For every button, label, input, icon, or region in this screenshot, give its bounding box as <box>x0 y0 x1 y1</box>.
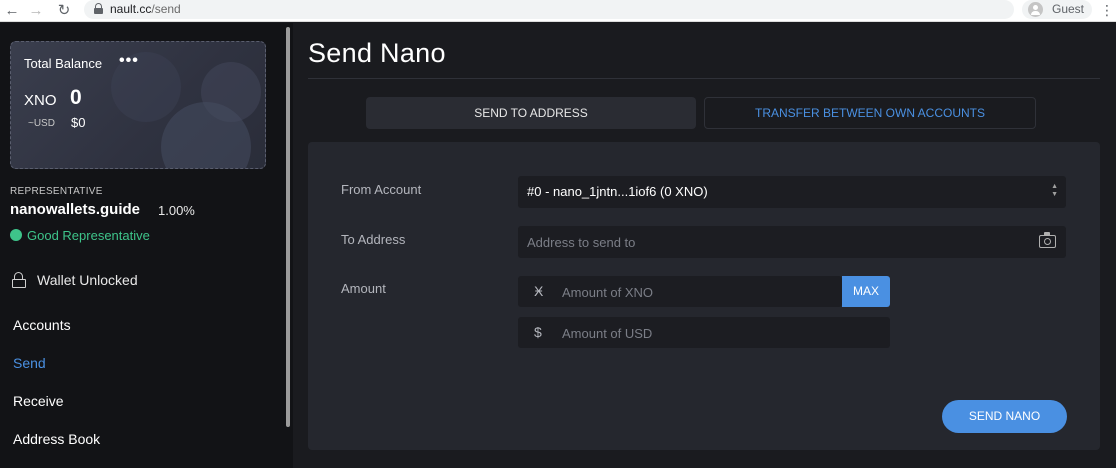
from-account-value: #0 - nano_1jntn...1iof6 (0 XNO) <box>527 184 708 199</box>
profile-button[interactable]: Guest <box>1022 0 1092 19</box>
balance-card: Total Balance ••• XNO 0 ~USD $0 <box>10 41 266 169</box>
to-address-placeholder: Address to send to <box>527 235 636 250</box>
representative-status: Good Representative <box>27 228 150 243</box>
status-dot-icon <box>10 229 22 241</box>
from-account-label: From Account <box>341 182 422 197</box>
amount-xno-placeholder: Amount of XNO <box>562 285 654 300</box>
amount-label: Amount <box>341 281 386 296</box>
unlock-icon[interactable] <box>12 272 26 288</box>
sidebar-item-send[interactable]: Send <box>13 355 46 371</box>
sidebar-item-accounts[interactable]: Accounts <box>13 317 71 333</box>
sidebar-scrollbar[interactable] <box>286 27 290 427</box>
send-form: From Account #0 - nano_1jntn...1iof6 (0 … <box>308 142 1100 450</box>
tab-send-to-address[interactable]: SEND TO ADDRESS <box>366 97 696 129</box>
fiat-value: $0 <box>71 115 86 130</box>
browser-toolbar: ← → ↻ nault.cc/send Guest ⋮ <box>0 0 1116 22</box>
divider <box>308 78 1100 79</box>
url-path: /send <box>151 2 181 16</box>
representative-percent: 1.00% <box>158 203 195 218</box>
wallet-status[interactable]: Wallet Unlocked <box>37 272 138 288</box>
fiat-unit: ~USD <box>28 118 55 129</box>
reload-icon[interactable]: ↻ <box>54 1 74 21</box>
url-host: nault.cc <box>110 2 152 16</box>
dollar-icon: $ <box>534 324 542 340</box>
select-arrows-icon: ▲ ▼ <box>1051 183 1058 198</box>
representative-name[interactable]: nanowallets.guide <box>10 201 140 218</box>
send-nano-button[interactable]: SEND NANO <box>942 400 1067 433</box>
profile-name: Guest <box>1052 2 1085 16</box>
more-options-icon[interactable]: ••• <box>119 52 139 70</box>
xno-symbol-icon: Ӿ <box>534 283 544 299</box>
amount-usd-input[interactable]: $ Amount of USD <box>518 317 890 348</box>
representative-label: REPRESENTATIVE <box>10 186 103 197</box>
to-address-label: To Address <box>341 232 406 247</box>
amount-xno-input[interactable]: Ӿ Amount of XNO <box>518 276 842 307</box>
address-bar[interactable]: nault.cc/send <box>84 0 1014 19</box>
main-content: Send Nano SEND TO ADDRESS TRANSFER BETWE… <box>293 23 1116 468</box>
sidebar-item-address-book[interactable]: Address Book <box>13 431 100 447</box>
avatar-icon <box>1028 2 1043 17</box>
url-text: nault.cc/send <box>110 2 181 16</box>
lock-icon <box>94 3 103 14</box>
camera-icon[interactable] <box>1039 232 1056 248</box>
sidebar: Total Balance ••• XNO 0 ~USD $0 REPRESEN… <box>0 23 293 468</box>
to-address-input[interactable]: Address to send to <box>518 226 1066 258</box>
balance-value: 0 <box>70 86 82 109</box>
sidebar-item-receive[interactable]: Receive <box>13 393 64 409</box>
forward-arrow-icon[interactable]: → <box>26 1 46 21</box>
amount-usd-placeholder: Amount of USD <box>562 326 653 341</box>
back-arrow-icon[interactable]: ← <box>2 1 22 21</box>
balance-label: Total Balance <box>24 56 103 71</box>
page-title: Send Nano <box>308 38 446 68</box>
browser-menu-icon[interactable]: ⋮ <box>1100 1 1114 19</box>
from-account-select[interactable]: #0 - nano_1jntn...1iof6 (0 XNO) ▲ ▼ <box>518 176 1066 208</box>
max-button[interactable]: MAX <box>842 276 890 307</box>
tab-transfer-between-accounts[interactable]: TRANSFER BETWEEN OWN ACCOUNTS <box>704 97 1036 129</box>
balance-unit: XNO <box>24 92 57 109</box>
